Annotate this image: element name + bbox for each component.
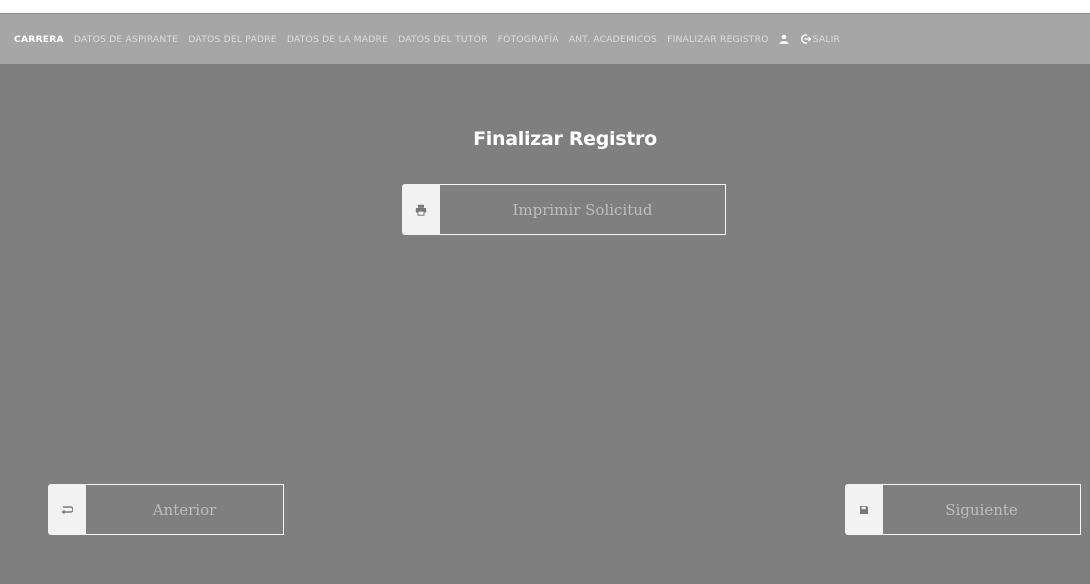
print-request-label: Imprimir Solicitud <box>440 184 726 235</box>
print-icon <box>402 184 440 235</box>
top-border <box>0 0 1090 13</box>
navbar: CARRERA DATOS DE ASPIRANTE DATOS DEL PAD… <box>0 13 1090 64</box>
previous-label: Anterior <box>86 484 284 535</box>
next-label: Siguiente <box>883 484 1081 535</box>
nav-item-user[interactable] <box>779 34 791 44</box>
nav-item-datos-madre[interactable]: DATOS DE LA MADRE <box>287 34 388 45</box>
previous-button[interactable]: Anterior <box>48 484 284 535</box>
nav-item-fotografia[interactable]: FOTOGRAFÍA <box>498 34 559 45</box>
nav-item-datos-tutor[interactable]: DATOS DEL TUTOR <box>398 34 488 45</box>
nav-item-datos-aspirante[interactable]: DATOS DE ASPIRANTE <box>74 34 178 45</box>
nav-item-datos-padre[interactable]: DATOS DEL PADRE <box>188 34 277 45</box>
nav-item-carrera[interactable]: CARRERA <box>14 34 64 45</box>
print-request-button[interactable]: Imprimir Solicitud <box>402 184 726 235</box>
next-button[interactable]: Siguiente <box>845 484 1081 535</box>
page-title: Finalizar Registro <box>473 128 657 150</box>
nav-item-ant-academicos[interactable]: ANT. ACADEMICOS <box>569 34 657 45</box>
user-icon <box>779 34 789 44</box>
nav-item-logout[interactable]: SALIR <box>800 33 841 45</box>
logout-icon <box>800 34 811 44</box>
logout-label: SALIR <box>812 33 841 45</box>
nav-menu: CARRERA DATOS DE ASPIRANTE DATOS DEL PAD… <box>14 14 850 64</box>
back-icon <box>48 484 86 535</box>
save-icon <box>845 484 883 535</box>
nav-item-finalizar-registro[interactable]: FINALIZAR REGISTRO <box>667 34 769 45</box>
